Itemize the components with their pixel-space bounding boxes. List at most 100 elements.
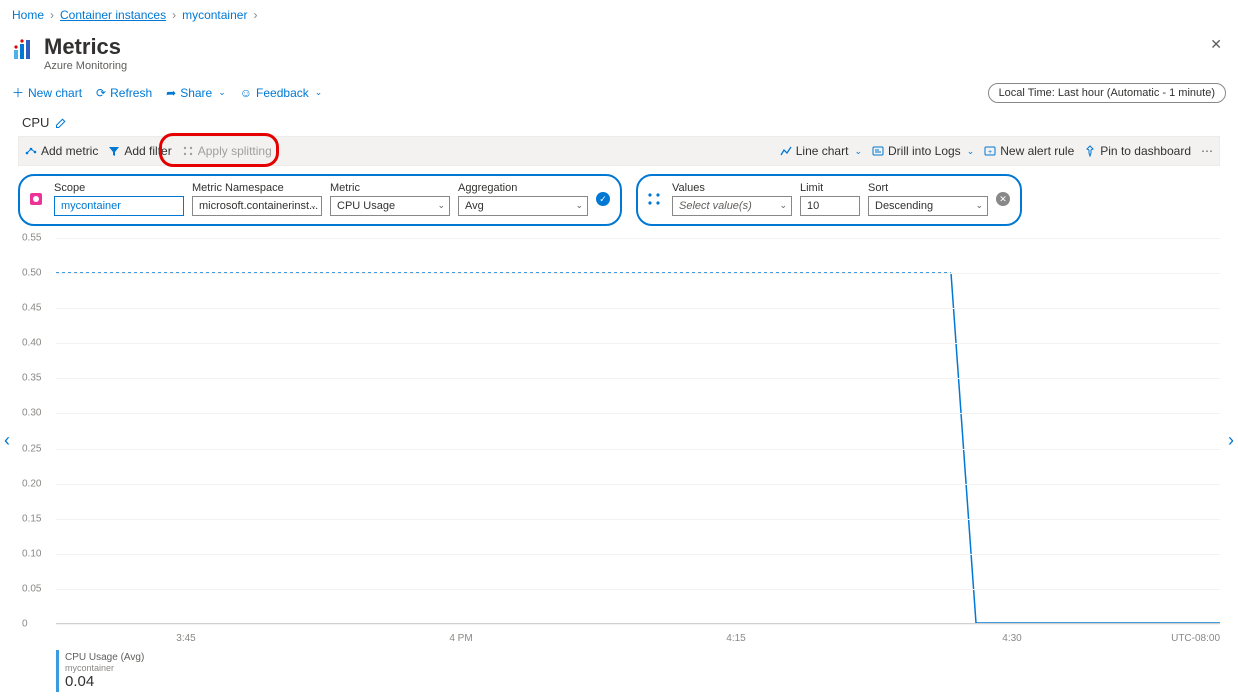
time-range-picker[interactable]: Local Time: Last hour (Automatic - 1 min…: [988, 83, 1226, 103]
y-tick-label: 0.55: [22, 233, 41, 244]
chart-type-dropdown[interactable]: Line chart ⌄: [780, 144, 862, 158]
chevron-right-icon: ›: [50, 8, 54, 22]
smile-icon: ☺: [240, 86, 252, 100]
limit-input[interactable]: 10: [800, 196, 860, 216]
breadcrumb-mycontainer[interactable]: mycontainer: [182, 8, 247, 22]
new-alert-rule-button[interactable]: + New alert rule: [984, 144, 1074, 158]
scope-label: Scope: [54, 182, 184, 194]
metric-value: CPU Usage: [337, 200, 395, 212]
drill-logs-label: Drill into Logs: [888, 144, 961, 158]
new-chart-label: New chart: [28, 86, 82, 100]
timezone-label: UTC-08:00: [1171, 633, 1220, 644]
namespace-value: microsoft.containerinst...: [199, 200, 318, 212]
sort-label: Sort: [868, 182, 988, 194]
new-chart-button[interactable]: ＋ New chart: [12, 84, 82, 101]
apply-splitting-label: Apply splitting: [198, 144, 272, 158]
aggregation-dropdown[interactable]: Avg ⌄: [458, 196, 588, 216]
y-tick-label: 0.10: [22, 548, 41, 559]
refresh-button[interactable]: ⟳ Refresh: [96, 86, 152, 100]
chart-svg: [56, 238, 1220, 623]
add-metric-button[interactable]: Add metric: [25, 144, 98, 158]
chevron-down-icon: ⌄: [975, 200, 983, 211]
y-tick-label: 0.15: [22, 513, 41, 524]
resource-icon: [28, 191, 44, 207]
chart-type-label: Line chart: [796, 144, 849, 158]
next-chart-arrow[interactable]: ›: [1228, 430, 1234, 451]
refresh-label: Refresh: [110, 86, 152, 100]
y-tick-label: 0.35: [22, 373, 41, 384]
aggregation-value: Avg: [465, 200, 484, 212]
chevron-down-icon: ⌄: [315, 87, 323, 98]
y-tick-label: 0.25: [22, 443, 41, 454]
splitting-selector-pill: Values Select value(s)⌄ Limit 10 Sort De…: [636, 174, 1022, 226]
chart-legend[interactable]: CPU Usage (Avg) mycontainer 0.04: [56, 650, 150, 692]
breadcrumb-container-instances[interactable]: Container instances: [60, 8, 166, 22]
logs-icon: [872, 145, 884, 157]
share-button[interactable]: ➦ Share ⌄: [166, 86, 226, 100]
refresh-icon: ⟳: [96, 86, 106, 100]
sort-value: Descending: [875, 200, 933, 212]
add-filter-button[interactable]: Add filter: [108, 144, 171, 158]
chevron-right-icon: ›: [172, 8, 176, 22]
chevron-down-icon: ⌄: [309, 200, 317, 211]
sort-dropdown[interactable]: Descending ⌄: [868, 196, 988, 216]
metric-dropdown[interactable]: CPU Usage⌄: [330, 196, 450, 216]
more-options-button[interactable]: ⋯: [1201, 144, 1213, 158]
x-tick-label: 4:15: [726, 633, 745, 644]
plot-area[interactable]: [56, 238, 1220, 624]
page-title: Metrics: [44, 34, 127, 60]
limit-label: Limit: [800, 182, 860, 194]
chart-toolbar: Add metric Add filter Apply splitting Li…: [18, 136, 1220, 166]
scope-value: mycontainer: [61, 200, 121, 212]
chart-title-row: CPU: [0, 111, 1238, 136]
line-chart: 00.050.100.150.200.250.300.350.400.450.5…: [18, 238, 1220, 648]
line-chart-icon: [780, 145, 792, 157]
plus-icon: ＋: [12, 84, 24, 101]
y-tick-label: 0.50: [22, 268, 41, 279]
feedback-button[interactable]: ☺ Feedback ⌄: [240, 86, 323, 100]
add-metric-icon: [25, 145, 37, 157]
chevron-right-icon: ›: [253, 8, 257, 22]
query-config-row: Scope mycontainer Metric Namespace micro…: [18, 174, 1220, 226]
prev-chart-arrow[interactable]: ‹: [4, 430, 10, 451]
chevron-down-icon: ⌄: [575, 200, 583, 211]
close-button[interactable]: ✕: [1210, 36, 1222, 53]
legend-metric: CPU Usage (Avg): [65, 652, 144, 663]
chevron-down-icon: ⌄: [854, 146, 862, 157]
split-icon: [646, 191, 662, 207]
metric-selector-pill: Scope mycontainer Metric Namespace micro…: [18, 174, 622, 226]
values-label: Values: [672, 182, 792, 194]
filter-icon: [108, 145, 120, 157]
metrics-icon: [12, 38, 36, 62]
pin-to-dashboard-button[interactable]: Pin to dashboard: [1084, 144, 1191, 158]
y-tick-label: 0.45: [22, 303, 41, 314]
page-subtitle: Azure Monitoring: [44, 60, 127, 72]
apply-splitting-button[interactable]: Apply splitting: [182, 144, 272, 158]
y-tick-label: 0.20: [22, 478, 41, 489]
chart-title: CPU: [22, 115, 49, 130]
edit-title-button[interactable]: [55, 117, 67, 129]
metric-label: Metric: [330, 182, 450, 194]
chevron-down-icon: ⌄: [218, 87, 226, 98]
breadcrumb-home[interactable]: Home: [12, 8, 44, 22]
y-tick-label: 0.05: [22, 583, 41, 594]
x-tick-label: 4:30: [1002, 633, 1021, 644]
namespace-dropdown[interactable]: microsoft.containerinst...⌄: [192, 196, 322, 216]
pin-icon: [1084, 145, 1096, 157]
add-filter-label: Add filter: [124, 144, 171, 158]
page-header: Metrics Azure Monitoring ✕: [0, 30, 1238, 80]
limit-value: 10: [807, 200, 819, 212]
scope-picker[interactable]: mycontainer: [54, 196, 184, 216]
svg-text:+: +: [988, 149, 992, 156]
drill-into-logs-button[interactable]: Drill into Logs ⌄: [872, 144, 974, 158]
alert-icon: +: [984, 145, 996, 157]
share-label: Share: [180, 86, 212, 100]
metric-confirm-badge[interactable]: ✓: [596, 192, 610, 206]
share-icon: ➦: [166, 86, 176, 100]
breadcrumbs: Home › Container instances › mycontainer…: [0, 0, 1238, 30]
legend-resource: mycontainer: [65, 663, 144, 673]
values-placeholder: Select value(s): [679, 200, 752, 212]
splitting-remove-badge[interactable]: ✕: [996, 192, 1010, 206]
values-dropdown[interactable]: Select value(s)⌄: [672, 196, 792, 216]
feedback-label: Feedback: [256, 86, 309, 100]
